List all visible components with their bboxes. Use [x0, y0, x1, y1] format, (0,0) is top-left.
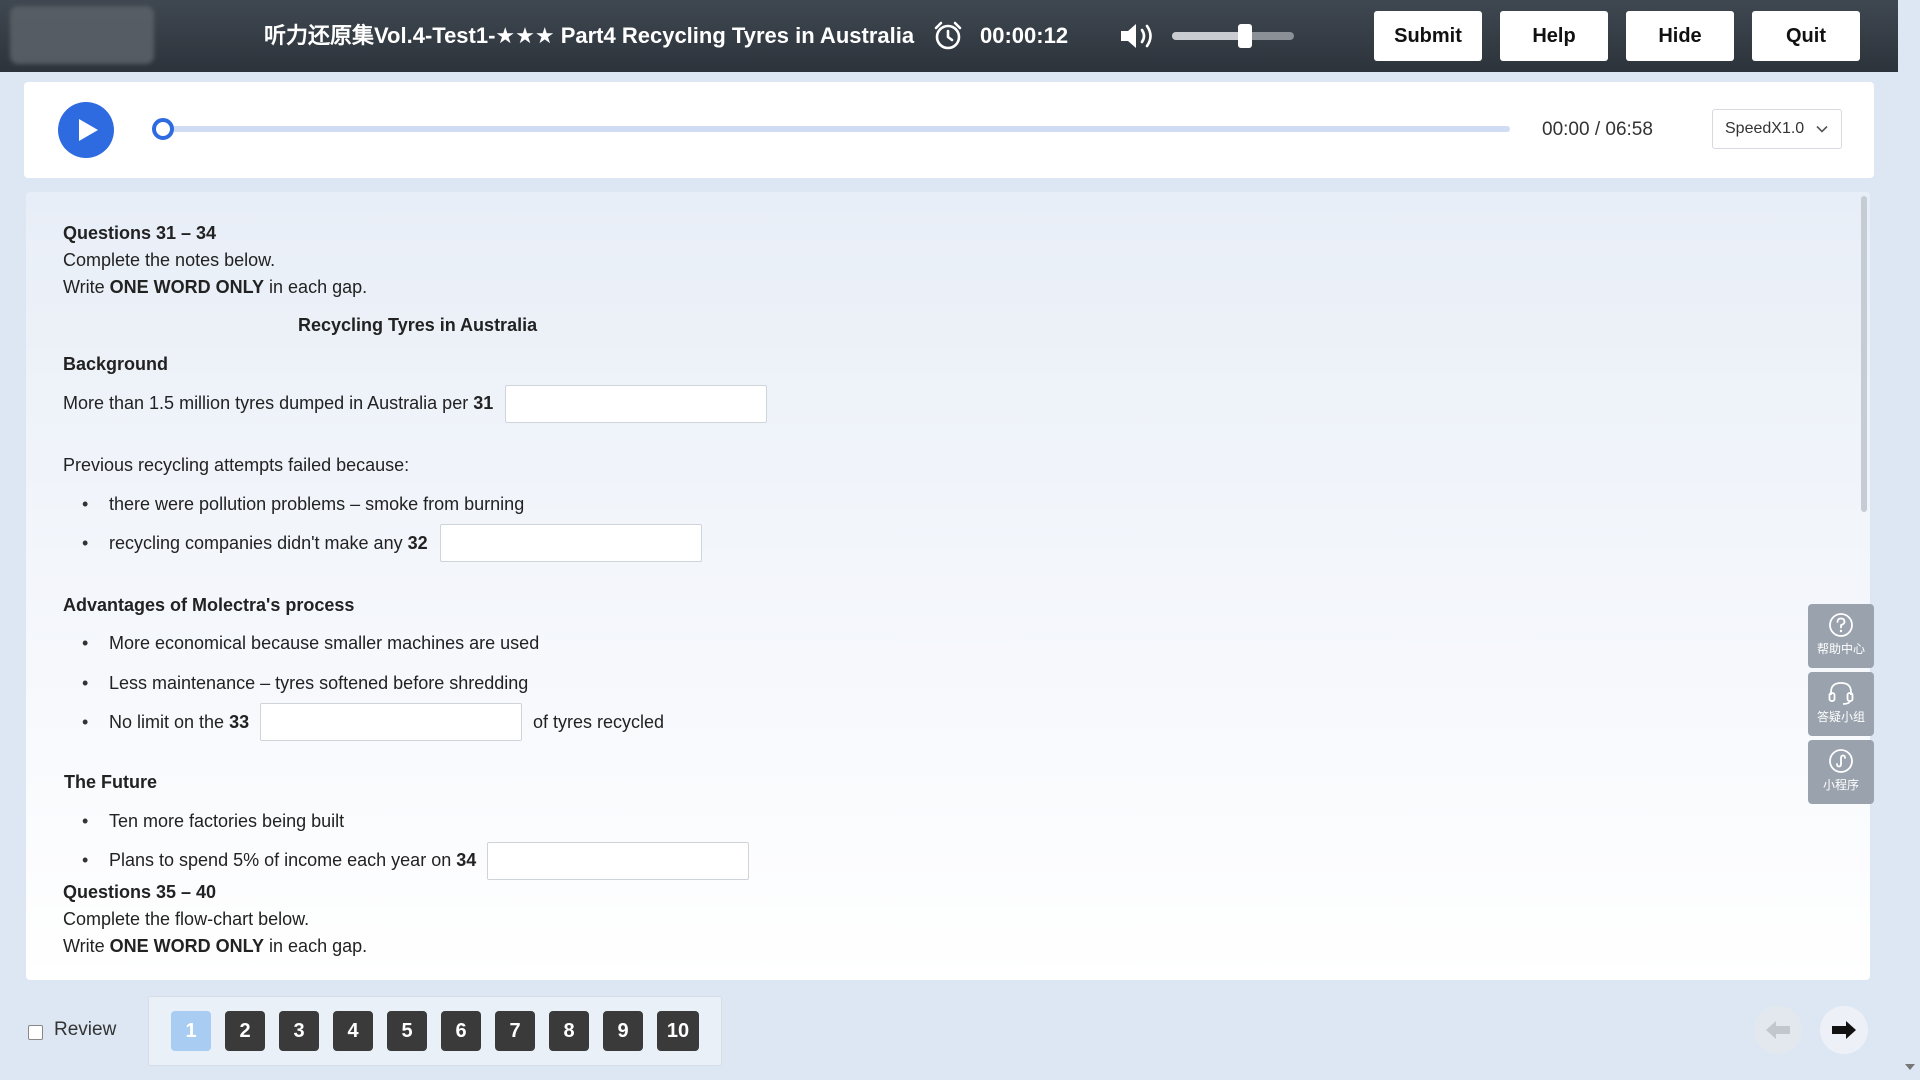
arrow-left-icon	[1766, 1021, 1790, 1039]
q34-prompt: Plans to spend 5% of income each year on…	[109, 850, 476, 871]
previous-attempts-text: Previous recycling attempts failed becau…	[63, 455, 410, 475]
play-icon	[79, 119, 98, 141]
question-panel: Questions 31 – 34 Complete the notes bel…	[26, 192, 1870, 980]
word-limit-instruction: Write ONE WORD ONLY in each gap.	[63, 277, 367, 298]
page-button-10[interactable]: 10	[657, 1011, 699, 1051]
bullet: •	[82, 533, 89, 553]
q31-text: More than 1.5 million tyres dumped in Au…	[63, 393, 474, 413]
background-heading: Background	[63, 354, 169, 374]
bullet: •	[82, 494, 89, 514]
bullet: •	[82, 850, 89, 870]
qa-group-label: 答疑小组	[1816, 710, 1865, 724]
write-suffix: in each gap.	[264, 936, 368, 956]
speed-select[interactable]: SpeedX1.0	[1712, 109, 1842, 149]
page-button-2[interactable]: 2	[225, 1011, 265, 1051]
bullet-maintenance: Less maintenance – tyres softened before…	[109, 673, 529, 693]
bullet: •	[82, 712, 89, 732]
write-prefix: Write	[63, 936, 110, 956]
top-bar: 听力还原集Vol.4-Test1-★★★ Part4 Recycling Tyr…	[0, 0, 1898, 72]
review-label: Review	[54, 1019, 117, 1040]
page-button-8[interactable]: 8	[549, 1011, 589, 1051]
countdown-timer: 00:00:12	[980, 23, 1069, 48]
q33-text: No limit on the	[109, 712, 230, 732]
mini-program-icon	[1829, 749, 1853, 773]
audio-progress-knob[interactable]	[152, 118, 174, 140]
q32-prompt: recycling companies didn't make any 32	[109, 533, 428, 554]
page-button-9[interactable]: 9	[603, 1011, 643, 1051]
chevron-down-icon	[1816, 125, 1828, 133]
q34-text: Plans to spend 5% of income each year on	[109, 850, 457, 870]
future-heading: The Future	[64, 772, 157, 792]
q34-number: 34	[456, 850, 477, 870]
content-scrollbar[interactable]	[1861, 196, 1867, 512]
bullet-pollution: there were pollution problems – smoke fr…	[109, 494, 525, 514]
q33-suffix: of tyres recycled	[533, 712, 665, 732]
mini-program-label: 小程序	[1822, 778, 1859, 792]
page-button-1[interactable]: 1	[171, 1011, 211, 1051]
previous-button[interactable]	[1754, 1006, 1802, 1054]
q32-text: recycling companies didn't make any	[109, 533, 408, 553]
page-button-4[interactable]: 4	[333, 1011, 373, 1051]
bullet-factories: Ten more factories being built	[109, 811, 345, 831]
alarm-clock-icon	[934, 21, 962, 50]
word-limit: ONE WORD ONLY	[109, 277, 265, 297]
q34-answer-input[interactable]	[487, 842, 749, 880]
hide-button[interactable]: Hide	[1626, 11, 1734, 61]
help-center-label: 帮助中心	[1816, 642, 1865, 656]
q32-number: 32	[407, 533, 428, 553]
notes-title: Recycling Tyres in Australia	[298, 315, 538, 335]
help-center-tool[interactable]: 帮助中心	[1808, 604, 1874, 668]
page-button-3[interactable]: 3	[279, 1011, 319, 1051]
volume-fill	[1172, 32, 1246, 40]
page-title: 听力还原集Vol.4-Test1-★★★ Part4 Recycling Tyr…	[264, 23, 915, 48]
q31-number: 31	[473, 393, 494, 413]
help-button[interactable]: Help	[1500, 11, 1608, 61]
qa-group-tool[interactable]: 答疑小组	[1808, 672, 1874, 736]
page-scroll-down-icon[interactable]	[1904, 1062, 1916, 1072]
play-button[interactable]	[58, 102, 114, 158]
page-button-6[interactable]: 6	[441, 1011, 481, 1051]
volume-slider[interactable]	[1172, 24, 1294, 48]
question-circle-icon	[1829, 613, 1853, 637]
blurred-logo	[10, 6, 154, 64]
speed-value: SpeedX1.0	[1725, 120, 1805, 137]
bullet: •	[82, 673, 89, 693]
q33-prompt: No limit on the 33	[109, 712, 249, 733]
page-button-7[interactable]: 7	[495, 1011, 535, 1051]
section-heading-35-40: Questions 35 – 40	[63, 882, 217, 902]
section2-instruction: Complete the flow-chart below.	[63, 909, 310, 929]
word-limit: ONE WORD ONLY	[109, 936, 265, 956]
headset-icon	[1828, 682, 1854, 705]
volume-icon[interactable]	[1118, 20, 1158, 52]
q33-number: 33	[229, 712, 250, 732]
audio-time-readout: 00:00 / 06:58	[1542, 119, 1653, 140]
bullet: •	[82, 633, 89, 653]
bullet: •	[82, 811, 89, 831]
question-page-nav: 1 2 3 4 5 6 7 8 9 10	[148, 996, 722, 1066]
quit-button[interactable]: Quit	[1752, 11, 1860, 61]
next-button[interactable]	[1820, 1006, 1868, 1054]
section2-word-limit: Write ONE WORD ONLY in each gap.	[63, 936, 367, 957]
audio-player: 00:00 / 06:58 SpeedX1.0	[24, 82, 1874, 178]
advantages-heading: Advantages of Molectra's process	[63, 595, 355, 615]
q33-answer-input[interactable]	[260, 703, 522, 741]
q31-answer-input[interactable]	[505, 385, 767, 423]
section-heading-31-34: Questions 31 – 34	[63, 223, 217, 243]
arrow-right-icon	[1832, 1021, 1856, 1039]
volume-slider-thumb[interactable]	[1238, 24, 1253, 48]
mini-program-tool[interactable]: 小程序	[1808, 740, 1874, 804]
q31-prompt: More than 1.5 million tyres dumped in Au…	[63, 393, 493, 414]
review-checkbox[interactable]	[28, 1025, 43, 1040]
write-suffix: in each gap.	[264, 277, 368, 297]
write-prefix: Write	[63, 277, 110, 297]
submit-button[interactable]: Submit	[1374, 11, 1482, 61]
section-instruction: Complete the notes below.	[63, 250, 276, 270]
audio-progress-bar[interactable]	[152, 118, 1510, 140]
bullet-economical: More economical because smaller machines…	[109, 633, 540, 653]
q32-answer-input[interactable]	[440, 524, 702, 562]
page-button-5[interactable]: 5	[387, 1011, 427, 1051]
